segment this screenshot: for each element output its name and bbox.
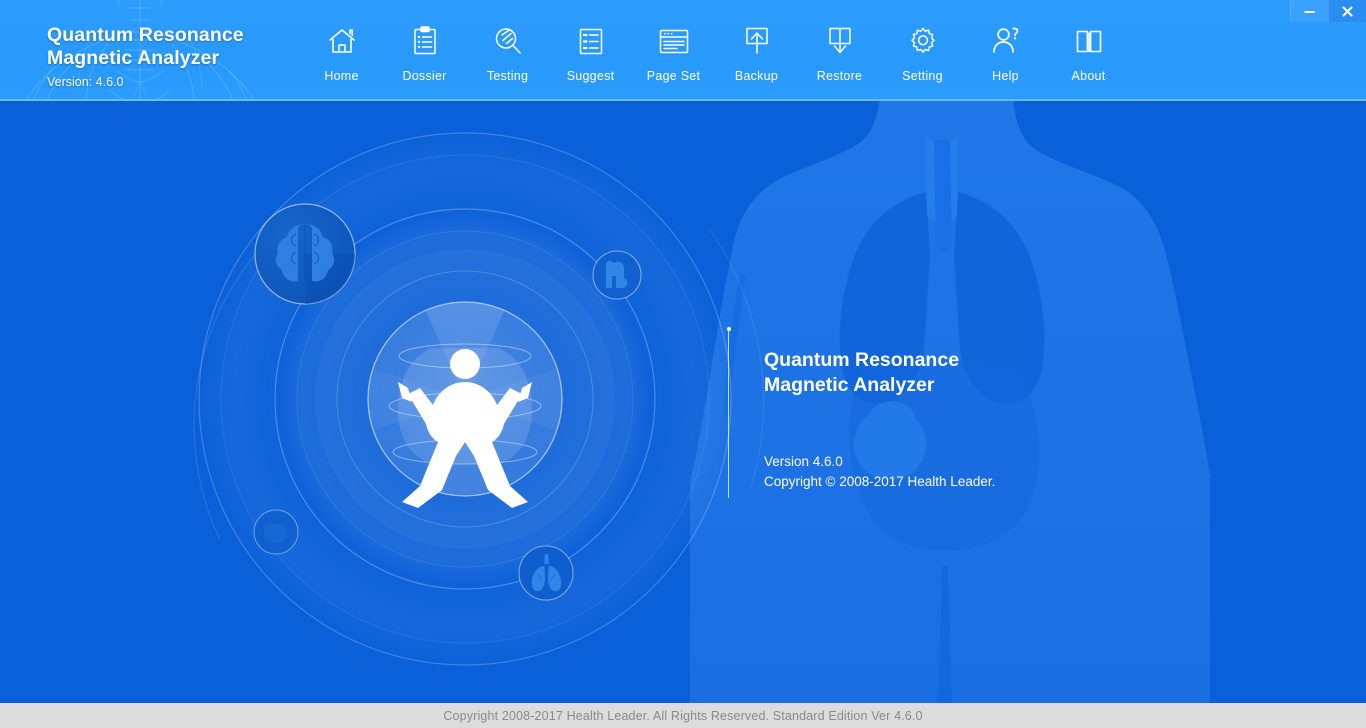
main-toolbar: Home Dossier	[300, 22, 1130, 94]
app-header: Quantum Resonance Magnetic Analyzer Vers…	[0, 0, 1366, 101]
magnifier-icon	[493, 22, 523, 60]
toolbar-label-testing: Testing	[487, 69, 528, 83]
panel-version: Version 4.6.0	[764, 452, 1144, 472]
status-bar-text: Copyright 2008-2017 Health Leader. All R…	[443, 709, 922, 723]
toolbar-label-suggest: Suggest	[567, 69, 615, 83]
toolbar-item-suggest[interactable]: Suggest	[549, 22, 632, 83]
toolbar-item-help[interactable]: Help	[964, 22, 1047, 83]
home-icon	[327, 22, 357, 60]
toolbar-item-restore[interactable]: Restore	[798, 22, 881, 83]
download-box-icon	[826, 22, 854, 60]
toolbar-item-about[interactable]: About	[1047, 22, 1130, 83]
orbit-node-brain[interactable]	[255, 204, 355, 304]
toolbar-label-setting: Setting	[902, 69, 943, 83]
toolbar-label-home: Home	[324, 69, 358, 83]
person-question-icon	[991, 22, 1021, 60]
toolbar-item-backup[interactable]: Backup	[715, 22, 798, 83]
toolbar-label-restore: Restore	[817, 69, 863, 83]
toolbar-item-page-set[interactable]: Page Set	[632, 22, 715, 83]
brand-title-line1: Quantum Resonance	[47, 24, 244, 46]
toolbar-label-page-set: Page Set	[647, 69, 700, 83]
toolbar-item-testing[interactable]: Testing	[466, 22, 549, 83]
brand-block: Quantum Resonance Magnetic Analyzer Vers…	[47, 24, 244, 89]
brand-title: Quantum Resonance Magnetic Analyzer	[47, 24, 244, 69]
minimize-icon	[1303, 5, 1316, 18]
window-controls	[1290, 0, 1366, 22]
open-book-icon	[1074, 22, 1104, 60]
clipboard-icon	[412, 22, 438, 60]
gear-icon	[908, 22, 938, 60]
browser-window-icon	[658, 22, 690, 60]
orbit-hotspots	[150, 110, 790, 690]
orbit-node-lungs[interactable]	[519, 546, 573, 600]
close-icon	[1341, 5, 1354, 18]
panel-meta: Version 4.6.0 Copyright © 2008-2017 Heal…	[764, 452, 1144, 491]
minimize-button[interactable]	[1290, 0, 1328, 22]
toolbar-item-setting[interactable]: Setting	[881, 22, 964, 83]
panel-title-line2: Magnetic Analyzer	[764, 374, 935, 396]
orbit-node-intestine[interactable]	[593, 251, 641, 299]
toolbar-label-dossier: Dossier	[402, 69, 446, 83]
toolbar-label-about: About	[1072, 69, 1106, 83]
toolbar-item-home[interactable]: Home	[300, 22, 383, 83]
panel-divider	[728, 330, 729, 498]
panel-title: Quantum Resonance Magnetic Analyzer	[764, 348, 1144, 398]
toolbar-item-dossier[interactable]: Dossier	[383, 22, 466, 83]
upload-box-icon	[743, 22, 771, 60]
toolbar-label-backup: Backup	[735, 69, 778, 83]
orbit-center-figure[interactable]	[368, 302, 562, 496]
checklist-icon	[577, 22, 605, 60]
toolbar-label-help: Help	[992, 69, 1019, 83]
panel-copyright: Copyright © 2008-2017 Health Leader.	[764, 472, 1144, 492]
orbit-node-organ[interactable]	[254, 510, 298, 554]
brand-version: Version: 4.6.0	[47, 75, 244, 89]
close-button[interactable]	[1328, 0, 1366, 22]
brand-title-line2: Magnetic Analyzer	[47, 47, 219, 69]
panel-title-line1: Quantum Resonance	[764, 349, 959, 371]
app-window: Quantum Resonance Magnetic Analyzer Vers…	[0, 0, 1366, 728]
status-bar: Copyright 2008-2017 Health Leader. All R…	[0, 703, 1366, 728]
